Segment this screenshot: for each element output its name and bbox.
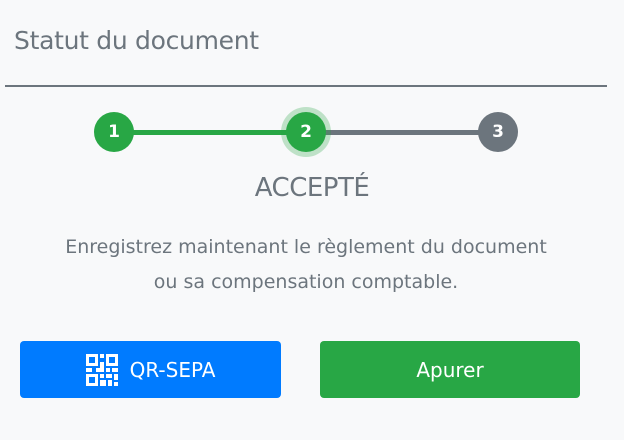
step-connector-pending bbox=[306, 130, 498, 135]
qr-sepa-button[interactable]: QR-SEPA bbox=[20, 341, 281, 398]
step-3: 3 bbox=[478, 112, 518, 152]
apurer-label: Apurer bbox=[416, 357, 484, 382]
instruction-line-2: ou sa compensation comptable. bbox=[153, 271, 459, 293]
step-connector-completed bbox=[114, 130, 306, 135]
instruction-line-1: Enregistrez maintenant le règlement du d… bbox=[65, 236, 547, 258]
status-label: ACCEPTÉ bbox=[254, 173, 370, 203]
qr-sepa-label: QR-SEPA bbox=[129, 357, 216, 382]
step-2-current: 2 bbox=[286, 112, 326, 152]
progress-stepper: 1 2 3 bbox=[0, 0, 624, 200]
step-1: 1 bbox=[94, 112, 134, 152]
qr-code-icon bbox=[85, 353, 118, 386]
instruction-message: Enregistrez maintenant le règlement du d… bbox=[0, 230, 612, 300]
apurer-button[interactable]: Apurer bbox=[320, 341, 580, 398]
